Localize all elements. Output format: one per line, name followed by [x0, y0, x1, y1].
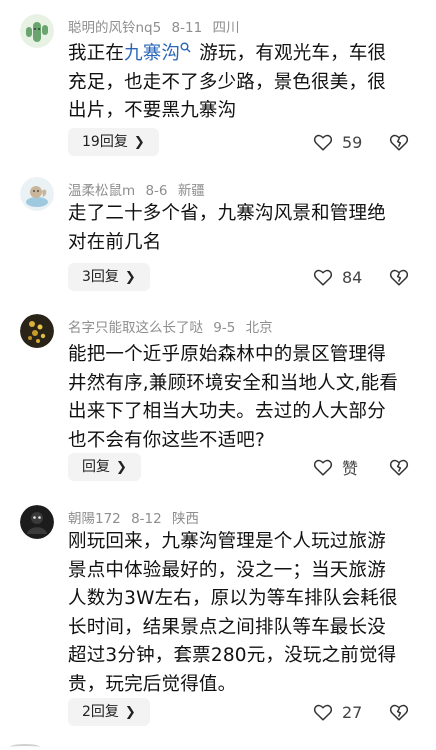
reply-count-label: 19回复: [82, 134, 128, 150]
like-button[interactable]: 84: [312, 263, 392, 291]
broken-heart-icon: [389, 704, 409, 721]
reply-count-button[interactable]: 3回复 ❯: [68, 263, 150, 291]
username[interactable]: 聪明的风铃nq5: [68, 20, 161, 36]
username[interactable]: 温柔松鼠m: [68, 183, 135, 199]
broken-heart-icon: [389, 269, 409, 286]
username[interactable]: 名字只能取这么长了哒: [68, 320, 203, 336]
comment-text: 走了二十多个省，九寨沟风景和管理绝对在前几名: [68, 203, 386, 253]
comment-date: 8-11: [171, 20, 203, 36]
avatar[interactable]: [20, 177, 54, 211]
search-icon[interactable]: [180, 42, 191, 53]
comment-text: 我正在九寨沟 游玩，有观光车，车很充足，也走不了多少路，景色很美，很出片，不要黑九…: [68, 40, 404, 126]
comment-item: 温柔松鼠m 8-6 新疆 走了二十多个省，九寨沟风景和管理绝对在前几名 3回复 ❯…: [0, 177, 436, 302]
comment-date: 8-12: [131, 511, 162, 527]
comment-item: 名字只能取这么长了哒 9-5 北京 能把一个近乎原始森林中的景区管理得井然有序,…: [0, 314, 436, 498]
comment-location: 新疆: [177, 183, 205, 199]
like-button[interactable]: 59: [312, 128, 392, 156]
like-count: 赞: [342, 459, 359, 478]
comment-location: 北京: [245, 320, 273, 336]
comment-location: 陕西: [172, 511, 200, 527]
reply-count-button[interactable]: 2回复 ❯: [68, 698, 150, 726]
comment-date: 8-6: [145, 183, 168, 199]
reply-count-label: 回复: [82, 459, 110, 475]
avatar[interactable]: [20, 314, 54, 348]
broken-heart-icon: [389, 459, 409, 476]
heart-icon: [313, 269, 333, 286]
username[interactable]: 朝陽172: [68, 511, 121, 527]
comment-item: 朝陽172 8-12 陕西 刚玩回来，九寨沟管理是个人玩过旅游景点中体验最好的，…: [0, 505, 436, 735]
broken-heart-icon: [389, 134, 409, 151]
dislike-button[interactable]: [388, 698, 412, 726]
reply-count-label: 3回复: [82, 269, 119, 285]
comment-meta: 名字只能取这么长了哒 9-5 北京: [68, 316, 279, 336]
reply-count-button[interactable]: 回复 ❯: [68, 453, 141, 481]
topic-link[interactable]: 九寨沟: [124, 43, 180, 64]
comment-meta: 聪明的风铃nq5 8-11 四川: [68, 16, 245, 36]
like-button[interactable]: 27: [312, 698, 392, 726]
dislike-button[interactable]: [388, 453, 412, 481]
avatar[interactable]: [20, 505, 54, 539]
chevron-right-icon: ❯: [124, 705, 136, 720]
avatar[interactable]: [20, 14, 54, 48]
chevron-right-icon: ❯: [116, 460, 127, 475]
comment-text-prefix: 我正在: [68, 43, 125, 64]
like-count: 27: [342, 702, 363, 722]
comment-date: 9-5: [213, 320, 236, 336]
like-count: 59: [342, 132, 363, 152]
heart-icon: [313, 459, 333, 476]
chevron-right-icon: ❯: [133, 135, 145, 150]
comment-text: 刚玩回来，九寨沟管理是个人玩过旅游景点中体验最好的，没之一；当天旅游人数为3W左…: [68, 531, 398, 695]
comment-text: 能把一个近乎原始森林中的景区管理得井然有序,兼顾环境安全和当地人文,能看出来下了…: [68, 344, 399, 451]
heart-icon: [313, 704, 333, 721]
like-button[interactable]: 赞: [312, 453, 392, 481]
like-count: 84: [342, 267, 363, 287]
comment-meta: 温柔松鼠m 8-6 新疆: [68, 179, 211, 199]
comment-item: 聪明的风铃nq5 8-11 四川 我正在九寨沟 游玩，有观光车，车很充足，也走不了…: [0, 14, 436, 164]
dislike-button[interactable]: [388, 128, 412, 156]
next-comment-edge: [10, 744, 40, 750]
comment-meta: 朝陽172 8-12 陕西: [68, 507, 205, 527]
heart-icon: [313, 134, 333, 151]
reply-count-button[interactable]: 19回复 ❯: [68, 128, 159, 156]
dislike-button[interactable]: [388, 263, 412, 291]
chevron-right-icon: ❯: [124, 270, 136, 285]
reply-count-label: 2回复: [82, 704, 119, 720]
comment-location: 四川: [212, 20, 240, 36]
